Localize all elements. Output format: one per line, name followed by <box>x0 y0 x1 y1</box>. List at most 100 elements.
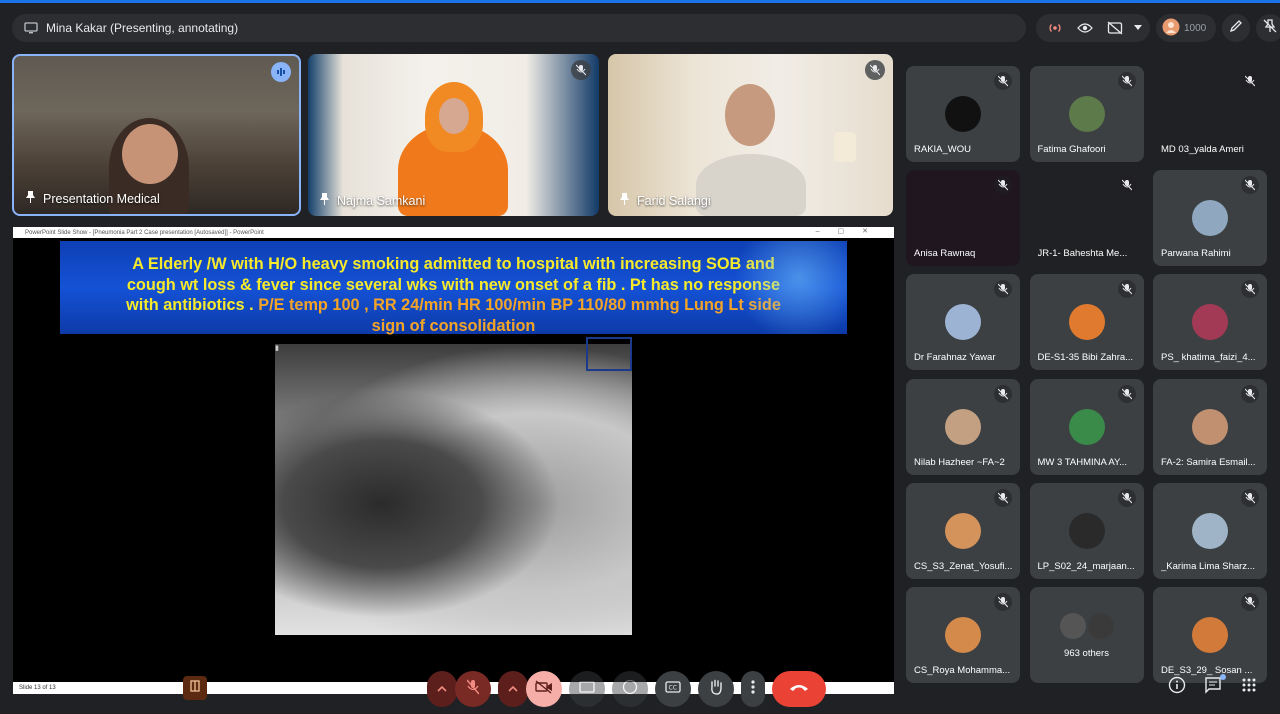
annotate-pen-button[interactable] <box>1222 14 1251 42</box>
mic-off-icon <box>1241 384 1259 403</box>
participant-tile[interactable]: DE-S1-35 Bibi Zahra... <box>1029 274 1144 371</box>
participant-name: Nilab Hazheer ~FA~2 <box>914 456 1005 468</box>
participant-tile[interactable]: 963 others <box>1029 587 1144 683</box>
participant-tile[interactable]: PS_ khatima_faizi_4... <box>1153 274 1267 371</box>
viewer-count-pill[interactable]: 1000 <box>1156 14 1217 42</box>
mic-off-icon <box>994 280 1012 299</box>
mic-off-icon <box>865 60 885 80</box>
video-tile-farid-salangi[interactable]: Farid Salangi <box>608 54 893 216</box>
captions-off-icon[interactable] <box>1102 15 1128 41</box>
captions-button[interactable]: CC <box>655 671 691 707</box>
participant-name: Dr Farahnaz Yawar <box>914 352 996 364</box>
participant-tile[interactable]: Anisa Rawnaq <box>906 170 1020 267</box>
mic-off-icon <box>994 72 1012 90</box>
pin-icon <box>320 193 329 208</box>
participant-tile[interactable]: MD 03_yalda Ameri <box>1153 66 1267 162</box>
emoji-button[interactable] <box>612 671 648 707</box>
mic-off-icon <box>994 176 1012 195</box>
more-vert-icon <box>751 679 755 699</box>
mic-off-icon <box>1241 593 1259 611</box>
participant-tile[interactable]: MW 3 TAHMINA AY... <box>1029 378 1144 475</box>
mic-toggle-button[interactable] <box>455 671 491 707</box>
participant-tile[interactable]: Parwana Rahimi <box>1153 170 1267 267</box>
video-options-button[interactable] <box>498 671 528 707</box>
activities-button[interactable] <box>1238 676 1260 698</box>
mic-off-icon <box>1117 280 1136 299</box>
participant-name: MW 3 TAHMINA AY... <box>1037 456 1128 468</box>
avatar <box>1192 304 1228 341</box>
participant-figure <box>696 154 806 216</box>
chevron-down-icon[interactable] <box>1132 15 1144 41</box>
participant-tile[interactable]: JR-1- Baheshta Me... <box>1029 170 1144 267</box>
presenter-bar[interactable]: Mina Kakar (Presenting, annotating) <box>12 14 1026 42</box>
participant-name: CS_Roya Mohamma... <box>914 665 1011 676</box>
video-tile-najma-samkani[interactable]: Najma Samkani <box>308 54 599 216</box>
video-tile-presentation-medical[interactable]: Presentation Medical <box>12 54 301 216</box>
camera-toggle-button[interactable] <box>526 671 562 707</box>
participant-name: RAKIA_WOU <box>914 144 972 155</box>
slide-lock-button[interactable] <box>183 676 207 700</box>
emoji-icon <box>622 679 638 700</box>
mic-off-icon <box>466 679 480 700</box>
avatar <box>1192 200 1228 237</box>
mic-off-icon <box>1241 280 1259 299</box>
hang-up-icon <box>789 680 809 698</box>
annotation-rectangle <box>586 337 632 371</box>
mic-off-icon <box>994 488 1012 507</box>
participant-tile[interactable]: Nilab Hazheer ~FA~2 <box>906 378 1020 475</box>
lock-icon <box>189 679 201 697</box>
participant-name: LP_S02_24_marjaan... <box>1037 560 1135 572</box>
speaking-indicator-icon <box>271 62 291 82</box>
participant-face <box>439 98 469 134</box>
avatar <box>1068 408 1105 445</box>
video-name: Farid Salangi <box>637 193 711 208</box>
participant-tile[interactable]: DE_S3_29_ Sosan ... <box>1153 587 1267 683</box>
pin-icon <box>26 191 35 206</box>
participant-face <box>725 84 775 146</box>
avatar <box>1087 613 1114 639</box>
top-accent-line <box>0 0 1280 3</box>
lamp-shade <box>834 132 856 162</box>
avatar <box>1068 304 1105 341</box>
participant-tile[interactable]: FA-2: Samira Esmail... <box>1153 378 1267 475</box>
avatar <box>1059 613 1086 639</box>
avatar <box>1192 408 1228 445</box>
svg-text:CC: CC <box>669 685 677 692</box>
slide-line-3a: with antibiotics . <box>126 296 259 314</box>
participant-tile[interactable]: CS_Roya Mohamma... <box>906 587 1020 683</box>
mic-off-icon <box>994 384 1012 403</box>
pin-off-button[interactable] <box>1256 14 1280 42</box>
lung-graphic <box>727 241 847 334</box>
video-name: Presentation Medical <box>43 191 160 206</box>
participant-tile[interactable]: _Karima Lima Sharz... <box>1153 482 1267 579</box>
mic-off-icon <box>1117 176 1136 195</box>
present-button[interactable] <box>569 671 605 707</box>
shared-screen[interactable]: PowerPoint Slide Show - [Pneumonia Part … <box>13 227 894 694</box>
chat-unread-badge <box>1220 674 1226 680</box>
video-name-row: Farid Salangi <box>620 193 711 208</box>
xray-marker-icon: ▮ <box>275 345 279 352</box>
chevron-up-icon <box>437 683 447 695</box>
chat-icon <box>1204 676 1222 699</box>
info-icon <box>1168 676 1186 699</box>
pin-icon <box>620 193 629 208</box>
live-stream-icon[interactable] <box>1042 15 1068 41</box>
avatar <box>1192 617 1228 653</box>
more-options-button[interactable] <box>741 671 765 707</box>
powerpoint-title: PowerPoint Slide Show - [Pneumonia Part … <box>25 229 264 236</box>
participant-tile[interactable]: Fatima Ghafoori <box>1029 66 1144 162</box>
participant-tile[interactable]: CS_S3_Zenat_Yosufi... <box>906 482 1020 579</box>
meeting-info-button[interactable] <box>1166 676 1188 698</box>
participant-name: DE-S1-35 Bibi Zahra... <box>1037 352 1134 364</box>
participant-tile[interactable]: RAKIA_WOU <box>906 66 1020 162</box>
raise-hand-button[interactable] <box>698 671 734 707</box>
audio-options-button[interactable] <box>427 671 457 707</box>
apps-grid-icon <box>1241 677 1257 698</box>
participant-tile[interactable]: Dr Farahnaz Yawar <box>906 274 1020 371</box>
eye-icon[interactable] <box>1072 15 1098 41</box>
mic-off-icon <box>994 593 1012 611</box>
participant-name: PS_ khatima_faizi_4... <box>1161 352 1256 364</box>
participant-tile[interactable]: LP_S02_24_marjaan... <box>1029 482 1144 579</box>
leave-call-button[interactable] <box>772 671 826 707</box>
participant-name: Anisa Rawnaq <box>914 248 976 260</box>
